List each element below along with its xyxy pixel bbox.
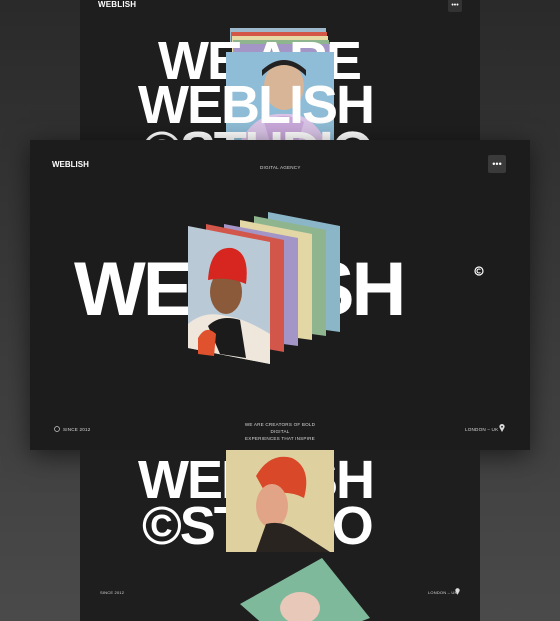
tagline: WE ARE CREATORS OF BOLD DIGITAL EXPERIEN… <box>240 421 320 442</box>
copyright-icon <box>474 266 484 276</box>
main-menu-button[interactable]: ••• <box>488 155 506 173</box>
top-preview-panel: WEBLISH ••• WE ARE WEBLISH ©STUDIO <box>80 0 480 140</box>
since-label: SINCE 2012 <box>63 427 91 432</box>
smiley-icon <box>54 426 60 432</box>
bottom-since-label: SINCE 2012 <box>100 590 125 595</box>
location-label: LONDON – UK <box>465 427 499 432</box>
portrait-image-bottom <box>226 450 334 552</box>
location-pin-icon <box>499 424 505 432</box>
main-logo[interactable]: WEBLISH <box>52 160 89 169</box>
top-menu-button[interactable]: ••• <box>448 0 462 12</box>
bottom-location-label: LONDON – UK <box>428 590 458 595</box>
location-pin-icon <box>455 588 460 595</box>
top-logo[interactable]: WEBLISH <box>98 0 136 9</box>
tagline-line-1: WE ARE CREATORS OF BOLD DIGITAL <box>244 422 316 434</box>
rotated-image <box>240 558 370 621</box>
ellipsis-icon: ••• <box>451 1 459 9</box>
main-hero-card: WEBLISH DIGITAL AGENCY ••• WEBLISH SINCE… <box>30 140 530 450</box>
card-stack <box>188 212 340 364</box>
tagline-line-2: EXPERIENCES THAT INSPIRE <box>245 436 315 441</box>
headline-line-3: ©STUDIO <box>142 124 374 140</box>
ellipsis-icon: ••• <box>492 159 502 169</box>
nav-label[interactable]: DIGITAL AGENCY <box>260 165 301 170</box>
bottom-preview-panel: WEBLISH ©STUDIO SINCE 2012 LONDON – UK <box>80 450 480 621</box>
